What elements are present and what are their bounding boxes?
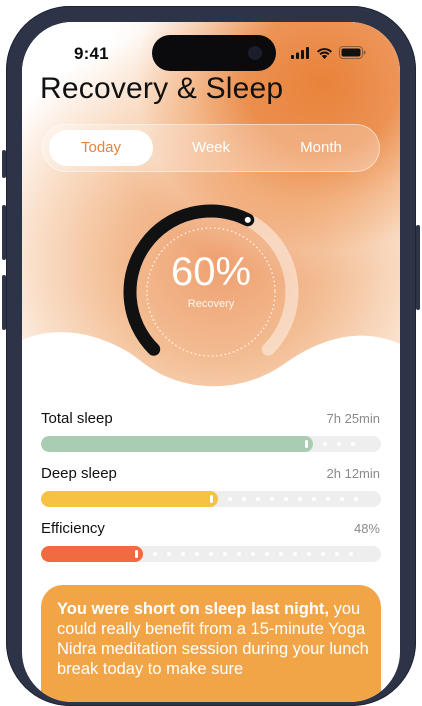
progress-dot <box>242 497 246 501</box>
progress-dot <box>340 497 344 501</box>
tab-week[interactable]: Week <box>159 139 263 156</box>
progress-dot <box>337 442 341 446</box>
metric-deep-sleep-bar <box>41 491 381 507</box>
progress-dot <box>265 552 269 556</box>
progress-dot <box>153 552 157 556</box>
progress-dot <box>279 552 283 556</box>
progress-dot <box>323 442 327 446</box>
progress-dot <box>307 552 311 556</box>
progress-handle <box>135 550 138 558</box>
status-icons <box>291 46 366 59</box>
recovery-ring-end-dot <box>244 216 251 223</box>
dynamic-island <box>152 35 276 71</box>
progress-remaining-dots <box>228 497 358 501</box>
metric-deep-sleep-label: Deep sleep <box>41 465 117 482</box>
tab-month[interactable]: Month <box>269 139 373 156</box>
advice-card-highlight: You were short on sleep last night, <box>57 600 329 618</box>
wifi-icon <box>317 47 332 59</box>
progress-dot <box>335 552 339 556</box>
metric-efficiency-bar <box>41 546 381 562</box>
mute-switch <box>2 150 6 178</box>
progress-handle <box>210 495 213 503</box>
progress-dot <box>298 497 302 501</box>
progress-dot <box>228 497 232 501</box>
progress-dot <box>256 497 260 501</box>
progress-dot <box>351 442 355 446</box>
progress-fill <box>41 491 218 507</box>
progress-dot <box>326 497 330 501</box>
progress-remaining-dots <box>153 552 353 556</box>
progress-dot <box>284 497 288 501</box>
progress-dot <box>251 552 255 556</box>
advice-card-text: You were short on sleep last night, you … <box>57 599 369 679</box>
cellular-signal-icon <box>291 46 309 59</box>
progress-dot <box>354 497 358 501</box>
volume-up-button <box>2 205 6 260</box>
screen: 9:41 Recovery & Sleep Today Week Month 6… <box>22 22 400 702</box>
progress-dot <box>181 552 185 556</box>
period-segmented-control: Today Week Month <box>42 124 380 172</box>
metric-efficiency-value: 48% <box>353 521 380 536</box>
progress-dot <box>312 497 316 501</box>
recovery-label: Recovery <box>187 298 235 310</box>
power-button <box>416 225 420 310</box>
metric-efficiency-label: Efficiency <box>41 520 105 537</box>
page-title: Recovery & Sleep <box>40 72 284 105</box>
progress-dot <box>321 552 325 556</box>
progress-dot <box>167 552 171 556</box>
advice-card[interactable]: You were short on sleep last night, you … <box>41 585 381 702</box>
recovery-percent: 60% <box>170 250 252 294</box>
metric-total-sleep-bar <box>41 436 381 452</box>
volume-down-button <box>2 275 6 330</box>
progress-fill <box>41 436 313 452</box>
progress-dot <box>195 552 199 556</box>
progress-remaining-dots <box>323 442 355 446</box>
tab-today[interactable]: Today <box>49 139 153 156</box>
progress-dot <box>349 552 353 556</box>
progress-dot <box>270 497 274 501</box>
progress-dot <box>237 552 241 556</box>
progress-handle <box>305 440 308 448</box>
progress-fill <box>41 546 143 562</box>
progress-dot <box>223 552 227 556</box>
battery-icon <box>339 46 366 59</box>
metric-total-sleep-value: 7h 25min <box>326 411 380 426</box>
metric-total-sleep-label: Total sleep <box>41 410 113 427</box>
status-time: 9:41 <box>74 44 109 63</box>
progress-dot <box>209 552 213 556</box>
metric-deep-sleep-value: 2h 12min <box>326 466 380 481</box>
progress-dot <box>293 552 297 556</box>
camera-icon <box>248 46 262 60</box>
